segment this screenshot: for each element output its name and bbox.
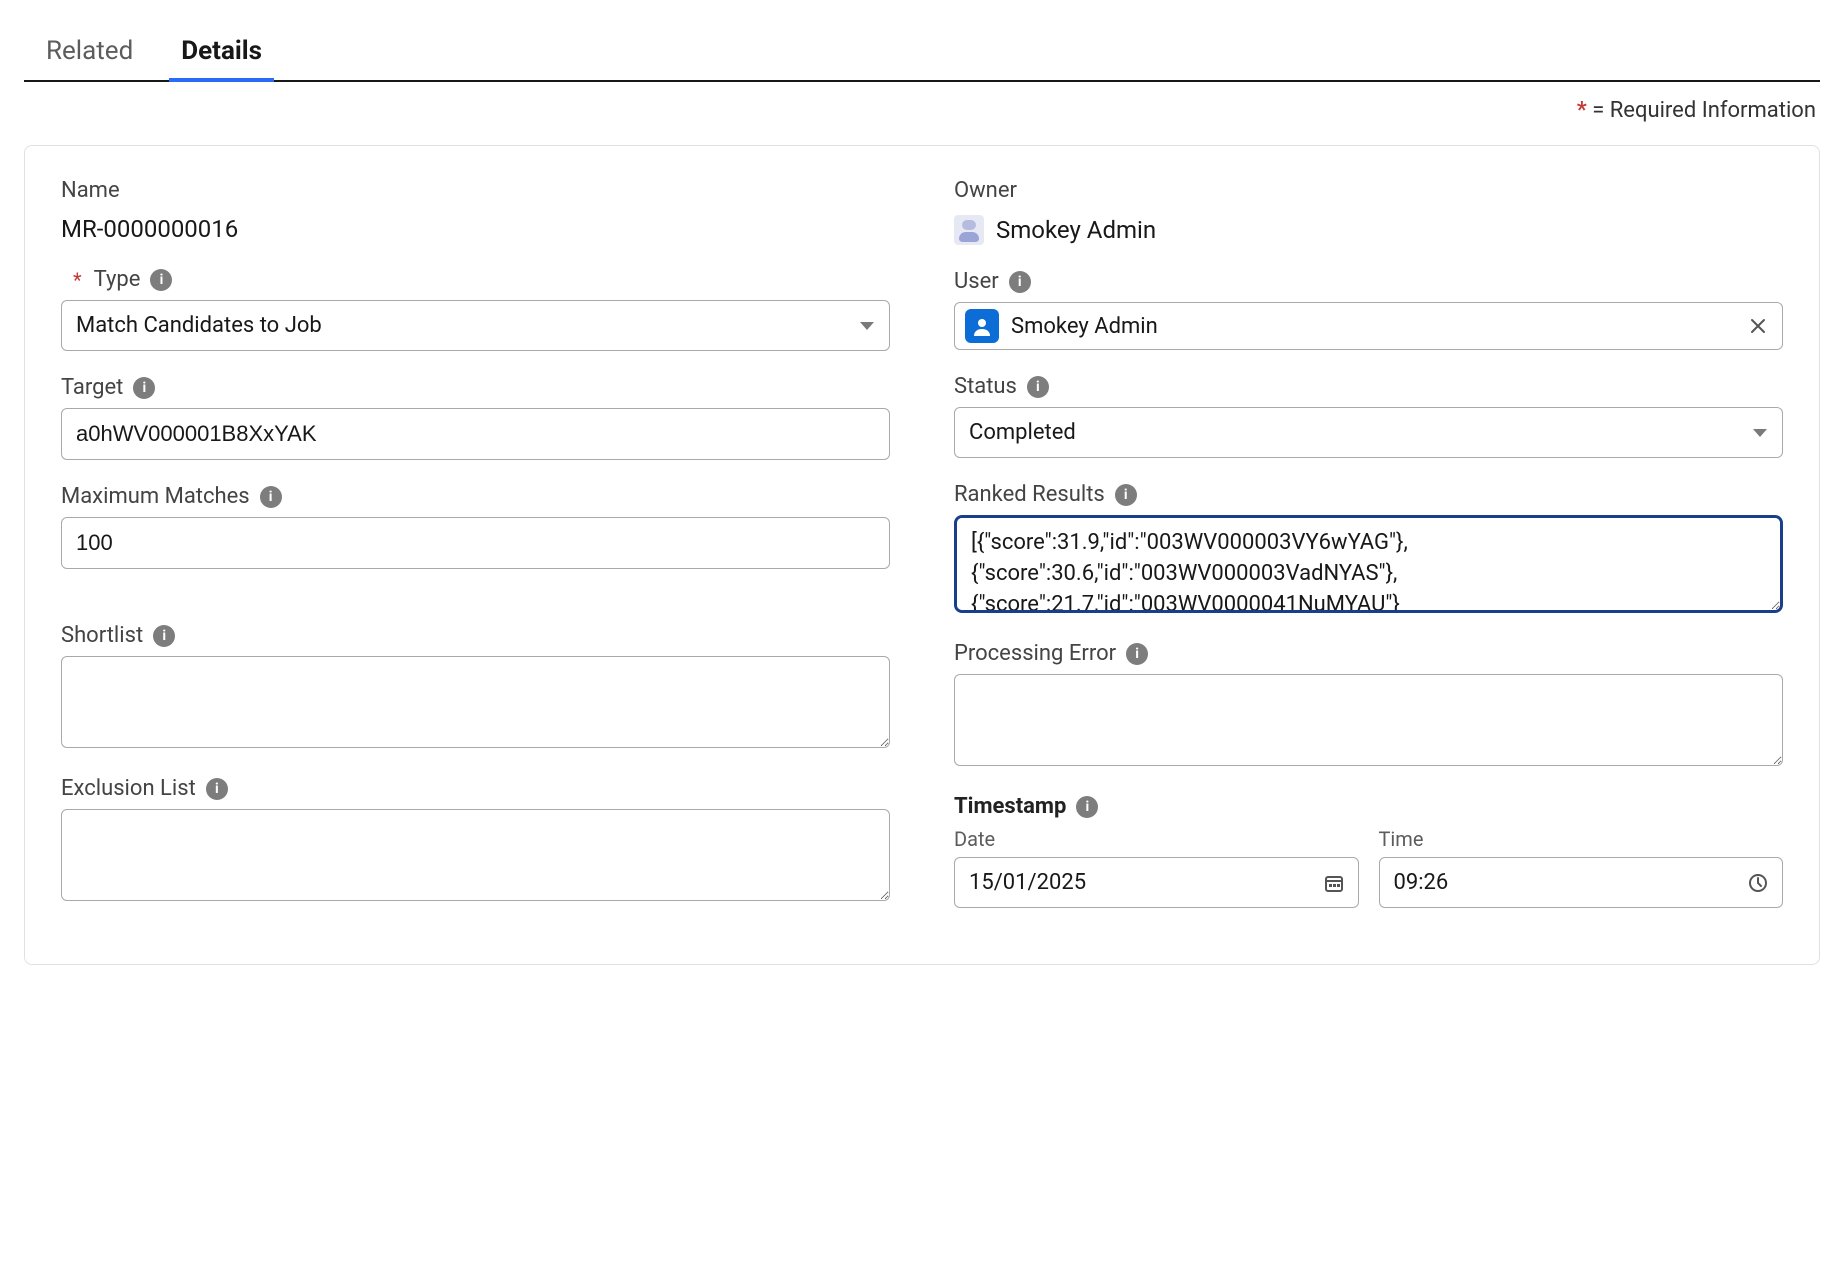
form-grid: Name MR-0000000016 * Type i Match Candid… [61, 178, 1783, 932]
date-column: Date 15/01/2025 [954, 827, 1359, 908]
info-icon[interactable]: i [1126, 643, 1148, 665]
field-shortlist: Shortlist i [61, 623, 890, 752]
timestamp-label: Timestamp [954, 794, 1066, 819]
field-user: User i Smokey Admin [954, 269, 1783, 350]
chevron-down-icon [1752, 427, 1768, 439]
info-icon[interactable]: i [153, 625, 175, 647]
close-icon[interactable] [1744, 312, 1772, 340]
exclusion-textarea[interactable] [61, 809, 890, 901]
field-target: Target i [61, 375, 890, 460]
user-label: User [954, 269, 999, 294]
chevron-down-icon [859, 320, 875, 332]
time-value: 09:26 [1394, 870, 1739, 895]
status-label: Status [954, 374, 1017, 399]
owner-label: Owner [954, 178, 1017, 203]
calendar-icon[interactable] [1324, 873, 1344, 893]
required-star-icon: * [1577, 98, 1587, 123]
required-star-icon: * [73, 268, 82, 292]
status-value: Completed [969, 420, 1076, 445]
info-icon[interactable]: i [1076, 796, 1098, 818]
ranked-results-textarea[interactable] [954, 515, 1783, 613]
exclusion-label: Exclusion List [61, 776, 196, 801]
user-value: Smokey Admin [1011, 314, 1732, 339]
processing-error-textarea[interactable] [954, 674, 1783, 766]
date-value: 15/01/2025 [969, 870, 1314, 895]
field-max-matches: Maximum Matches i [61, 484, 890, 569]
status-select[interactable]: Completed [954, 407, 1783, 458]
field-type: * Type i Match Candidates to Job [61, 267, 890, 351]
type-value: Match Candidates to Job [76, 313, 322, 338]
time-input[interactable]: 09:26 [1379, 857, 1784, 908]
field-owner: Owner Smokey Admin [954, 178, 1783, 245]
user-lookup[interactable]: Smokey Admin [954, 302, 1783, 350]
date-input[interactable]: 15/01/2025 [954, 857, 1359, 908]
processing-error-label: Processing Error [954, 641, 1116, 666]
required-hint-text: = Required Information [1592, 98, 1816, 123]
timestamp-row: Date 15/01/2025 Time 09:26 [954, 827, 1783, 908]
tab-details[interactable]: Details [181, 8, 262, 80]
clock-icon[interactable] [1748, 873, 1768, 893]
field-name: Name MR-0000000016 [61, 178, 890, 243]
field-timestamp: Timestamp i Date 15/01/2025 [954, 794, 1783, 908]
ranked-results-label: Ranked Results [954, 482, 1105, 507]
info-icon[interactable]: i [133, 377, 155, 399]
type-label: Type [94, 267, 141, 292]
date-sublabel: Date [954, 827, 1359, 851]
field-ranked-results: Ranked Results i [954, 482, 1783, 617]
owner-value-row: Smokey Admin [954, 211, 1783, 245]
field-processing-error: Processing Error i [954, 641, 1783, 770]
target-input[interactable] [61, 408, 890, 460]
field-status: Status i Completed [954, 374, 1783, 458]
target-label: Target [61, 375, 123, 400]
avatar-icon [954, 215, 984, 245]
info-icon[interactable]: i [260, 486, 282, 508]
time-column: Time 09:26 [1379, 827, 1784, 908]
user-icon [965, 309, 999, 343]
required-hint: * = Required Information [24, 98, 1820, 123]
name-value: MR-0000000016 [61, 211, 890, 243]
info-icon[interactable]: i [150, 269, 172, 291]
time-sublabel: Time [1379, 827, 1784, 851]
name-label: Name [61, 178, 120, 203]
left-column: Name MR-0000000016 * Type i Match Candid… [61, 178, 890, 932]
details-panel: Name MR-0000000016 * Type i Match Candid… [24, 145, 1820, 965]
record-detail-page: Related Details * = Required Information… [0, 0, 1844, 997]
shortlist-textarea[interactable] [61, 656, 890, 748]
info-icon[interactable]: i [1009, 271, 1031, 293]
right-column: Owner Smokey Admin User i [954, 178, 1783, 932]
shortlist-label: Shortlist [61, 623, 143, 648]
field-exclusion-list: Exclusion List i [61, 776, 890, 905]
tabset: Related Details [24, 8, 1820, 82]
info-icon[interactable]: i [1115, 484, 1137, 506]
owner-value: Smokey Admin [996, 216, 1156, 244]
type-select[interactable]: Match Candidates to Job [61, 300, 890, 351]
max-matches-input[interactable] [61, 517, 890, 569]
info-icon[interactable]: i [206, 778, 228, 800]
info-icon[interactable]: i [1027, 376, 1049, 398]
tab-related[interactable]: Related [46, 8, 133, 80]
max-matches-label: Maximum Matches [61, 484, 250, 509]
